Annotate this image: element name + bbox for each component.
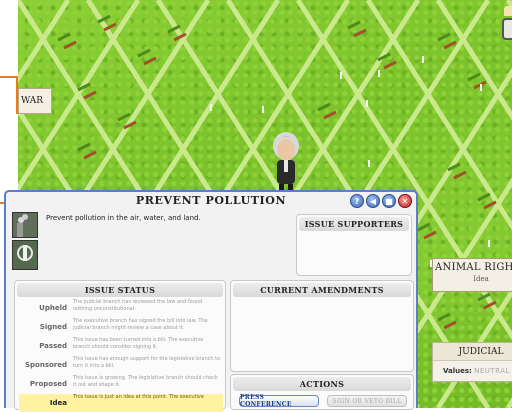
dialog-buttons: ? ◀ ■ ✕: [350, 194, 412, 208]
actions-header: ACTIONS: [233, 377, 411, 391]
counter-tab: [504, 6, 512, 16]
menu-icon[interactable]: ■: [382, 194, 396, 208]
war-tab[interactable]: WAR: [18, 88, 52, 114]
status-text: The judicial branch has reviewed the law…: [73, 299, 203, 312]
status-row-sponsored: Sponsored This issue has enough support …: [19, 356, 223, 374]
bench: [353, 28, 367, 38]
press-conference-button[interactable]: PRESS CONFERENCE: [239, 394, 319, 408]
bench: [423, 230, 437, 240]
back-icon[interactable]: ◀: [366, 194, 380, 208]
hedge: [317, 102, 331, 112]
status-label: Upheld: [39, 304, 67, 312]
amendments-header: CURRENT AMENDMENTS: [233, 283, 411, 297]
issue-status-panel: ISSUE STATUS Upheld The judicial branch …: [14, 280, 226, 412]
status-row-passed: Passed This issue has been turned into a…: [19, 337, 223, 355]
issue-description: Prevent pollution in the air, water, and…: [46, 214, 201, 222]
turn-counter: 2: [502, 18, 512, 40]
issue-dialog: PREVENT POLLUTION ? ◀ ■ ✕ Prevent pollut…: [4, 190, 418, 412]
bench: [383, 60, 397, 70]
issue-supporters-panel: ISSUE SUPPORTERS: [296, 214, 412, 276]
actions-panel: ACTIONS PRESS CONFERENCE SIGN OR VETO BI…: [230, 374, 414, 410]
hedge: [437, 312, 451, 322]
gavel-icon: [12, 240, 38, 270]
close-icon[interactable]: ✕: [398, 194, 412, 208]
issue-card-title: ANIMAL RIGHTS: [435, 262, 512, 273]
lamp-post: [262, 106, 264, 113]
branch-values: Values: NEUTRAL: [433, 361, 512, 375]
hedge: [437, 32, 451, 42]
lamp-post: [480, 84, 482, 91]
politician-avatar[interactable]: [268, 128, 304, 192]
help-icon[interactable]: ?: [350, 194, 364, 208]
status-row-signed: Signed The executive branch has signed t…: [19, 318, 223, 336]
bench: [83, 90, 97, 100]
hedge: [137, 48, 151, 58]
branch-title: JUDICIAL: [433, 343, 512, 361]
hedge: [57, 32, 71, 42]
values-value: NEUTRAL: [474, 367, 510, 375]
lamp-post: [378, 70, 380, 77]
issue-card-subtitle: Idea: [473, 275, 489, 283]
status-label: Sponsored: [24, 361, 67, 369]
bench: [443, 40, 457, 50]
lamp-post: [488, 240, 490, 247]
hedge: [477, 192, 491, 202]
status-row-proposed: Proposed This issue is growing. The legi…: [19, 375, 223, 393]
status-label: Idea: [49, 399, 67, 407]
bench: [63, 40, 77, 50]
lamp-post: [210, 104, 212, 111]
bench: [323, 110, 337, 120]
hedge: [467, 72, 481, 82]
current-amendments-panel: CURRENT AMENDMENTS: [230, 280, 414, 372]
hedge: [347, 20, 361, 30]
status-text: This issue has been turned into a bill. …: [73, 337, 204, 350]
status-text: This issue is growing. The legislative b…: [73, 375, 218, 388]
status-text: The executive branch has signed the bill…: [73, 318, 208, 331]
status-label: Passed: [39, 342, 67, 350]
bench: [83, 150, 97, 160]
status-text: This issue is just an idea at this point…: [73, 394, 204, 400]
bench: [443, 320, 457, 330]
judicial-branch-card[interactable]: JUDICIAL Values: NEUTRAL: [432, 342, 512, 382]
lamp-post: [366, 100, 368, 107]
hedge: [117, 112, 131, 122]
smokestack-icon: [12, 212, 38, 238]
lamp-post: [340, 72, 342, 79]
animal-rights-card[interactable]: ANIMAL RIGHTS Idea: [432, 258, 512, 292]
status-text: This issue has enough support for the le…: [73, 356, 221, 369]
hedge: [417, 222, 431, 232]
status-header: ISSUE STATUS: [17, 283, 223, 297]
status-label: Proposed: [29, 380, 67, 388]
sign-or-veto-button[interactable]: SIGN OR VETO BILL: [327, 395, 407, 407]
lamp-post: [422, 56, 424, 63]
values-label: Values:: [443, 367, 472, 375]
bench: [453, 170, 467, 180]
status-label: Signed: [39, 323, 67, 331]
supporters-header: ISSUE SUPPORTERS: [299, 217, 409, 231]
status-row-idea: Idea This issue is just an idea at this …: [19, 394, 223, 412]
lamp-post: [368, 160, 370, 167]
hedge: [77, 142, 91, 152]
status-row-upheld: Upheld The judicial branch has reviewed …: [19, 299, 223, 317]
bench: [143, 56, 157, 66]
